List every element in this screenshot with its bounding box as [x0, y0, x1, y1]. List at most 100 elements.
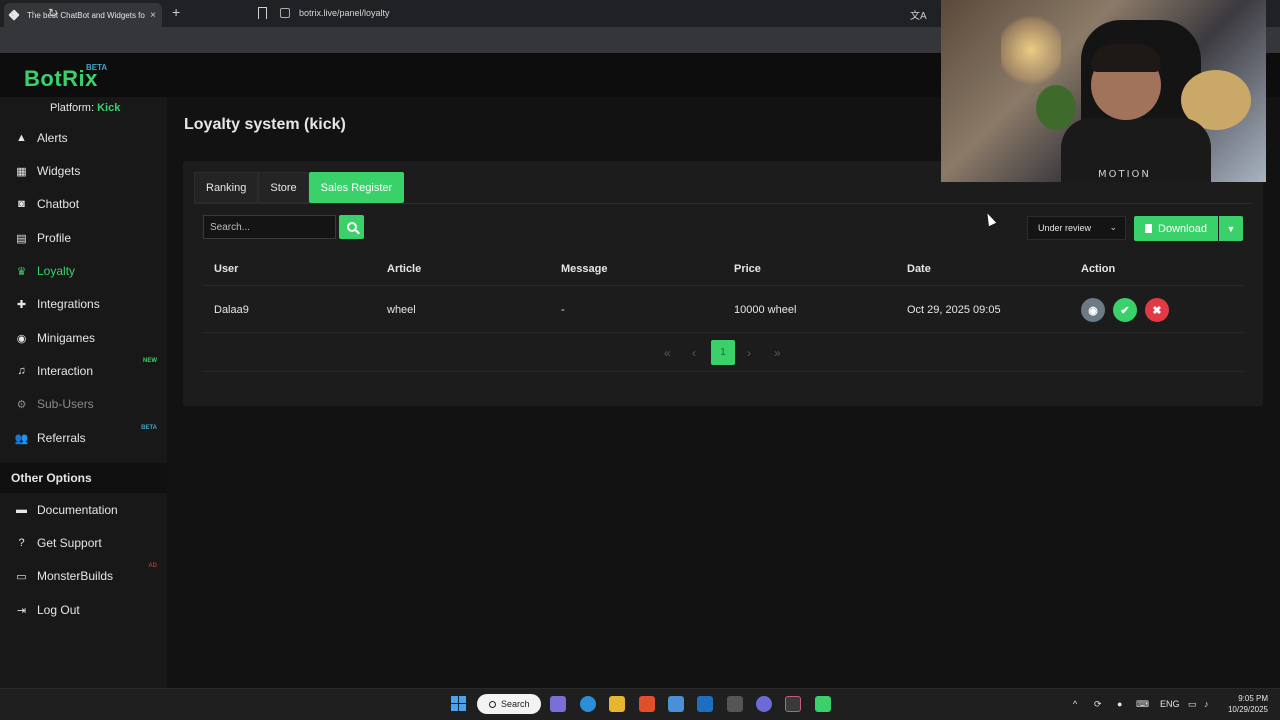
sidebar-item-log-out[interactable]: ⇥ Log Out — [0, 595, 167, 625]
prev-page-button[interactable]: ‹ — [692, 346, 696, 360]
sync-icon[interactable]: ⟳ — [1094, 699, 1102, 710]
reject-button[interactable]: ✖ — [1145, 298, 1169, 322]
edge-icon[interactable] — [580, 696, 596, 712]
taskbar-search[interactable]: Search — [477, 694, 541, 714]
id-card-icon: ▤ — [16, 232, 27, 245]
cell-price: 10000 wheel — [734, 304, 797, 316]
plush-toy — [1036, 85, 1076, 130]
new-badge: NEW — [143, 358, 157, 364]
teams-icon[interactable] — [550, 696, 566, 712]
back-icon[interactable]: ‹ — [10, 4, 15, 20]
microphone-icon[interactable]: ● — [1117, 699, 1122, 709]
sidebar-item-minigames[interactable]: ◉ Minigames — [0, 323, 167, 353]
sidebar-item-label: Referrals — [37, 431, 86, 445]
approve-button[interactable]: ✔ — [1113, 298, 1137, 322]
page-1-button[interactable]: 1 — [711, 340, 735, 365]
warning-icon: ▲ — [16, 132, 27, 144]
string-lights — [1001, 10, 1061, 90]
sidebar-item-label: Chatbot — [37, 197, 80, 211]
windows-start-icon[interactable] — [451, 696, 466, 711]
sidebar-item-integrations[interactable]: ✚ Integrations — [0, 289, 167, 319]
brave-browser-icon[interactable] — [639, 696, 655, 712]
chevron-down-icon: ⌄ — [1109, 222, 1117, 232]
site-info-icon[interactable] — [280, 8, 290, 18]
logout-icon: ⇥ — [16, 604, 27, 617]
download-options-button[interactable]: ▼ — [1219, 216, 1243, 241]
users-cog-icon: ⚙ — [16, 398, 27, 411]
sidebar-item-loyalty[interactable]: ♛ Loyalty — [0, 256, 167, 286]
language-indicator[interactable]: ENG — [1160, 699, 1180, 709]
tab-sales-register[interactable]: Sales Register — [308, 172, 405, 203]
column-header-user: User — [214, 263, 239, 275]
bookmark-icon[interactable] — [258, 7, 267, 19]
volume-icon[interactable]: ♪ — [1204, 699, 1209, 709]
file-explorer-icon[interactable] — [609, 696, 625, 712]
taskbar-search-label: Search — [501, 699, 530, 709]
browser-tab[interactable]: The best ChatBot and Widgets fo × — [4, 3, 162, 27]
forward-icon[interactable]: › — [31, 4, 36, 20]
keyboard-icon[interactable]: ⌨ — [1136, 699, 1149, 710]
page-title: Loyalty system (kick) — [184, 116, 346, 133]
sidebar-item-label: Documentation — [37, 503, 118, 517]
user-group-icon: 👥 — [14, 432, 29, 445]
sidebar-item-label: Profile — [37, 231, 72, 245]
search-button[interactable] — [339, 215, 364, 239]
sidebar-item-documentation[interactable]: ▬ Documentation — [0, 495, 167, 525]
robot-icon: ◙ — [18, 198, 25, 210]
sidebar-item-interaction[interactable]: ♫ Interaction NEW — [0, 356, 167, 386]
file-icon — [1145, 224, 1153, 233]
tray-chevron-icon[interactable]: ^ — [1073, 699, 1077, 709]
sidebar-item-referrals[interactable]: 👥 Referrals BETA — [0, 423, 167, 453]
trophy-icon: ♛ — [16, 265, 27, 278]
sidebar-item-label: Loyalty — [37, 264, 76, 278]
sidebar-item-get-support[interactable]: ? Get Support — [0, 528, 167, 558]
sidebar-item-label: Integrations — [37, 297, 100, 311]
view-button[interactable]: ◉ — [1081, 298, 1105, 322]
sidebar-item-alerts[interactable]: ▲ Alerts — [0, 123, 167, 153]
first-page-button[interactable]: « — [664, 346, 671, 360]
reload-icon[interactable]: ↻ — [48, 6, 58, 20]
column-header-date: Date — [907, 263, 931, 275]
tab-ranking[interactable]: Ranking — [194, 172, 259, 203]
app-icon[interactable] — [815, 696, 831, 712]
webcam-overlay: MOTION — [941, 0, 1266, 182]
address-bar[interactable]: botrix.live/panel/loyalty — [280, 3, 940, 23]
music-icon: ♫ — [17, 365, 26, 377]
terminal-icon[interactable] — [785, 696, 801, 712]
search-icon — [489, 700, 496, 708]
sidebar-item-widgets[interactable]: ▦ Widgets — [0, 156, 167, 186]
divider — [194, 203, 1252, 204]
sidebar-item-sub-users[interactable]: ⚙ Sub-Users — [0, 389, 167, 419]
last-page-button[interactable]: » — [774, 346, 781, 360]
sidebar-item-chatbot[interactable]: ◙ Chatbot — [0, 189, 167, 219]
download-button[interactable]: Download — [1134, 216, 1218, 241]
new-tab-icon[interactable]: + — [172, 4, 180, 20]
eye-icon: ◉ — [1088, 304, 1098, 317]
app-icon[interactable] — [727, 696, 743, 712]
sidebar-item-label: MonsterBuilds — [37, 569, 114, 583]
outlook-icon[interactable] — [697, 696, 713, 712]
sidebar-item-monsterbuilds[interactable]: ▭ MonsterBuilds AD — [0, 561, 167, 591]
translate-icon[interactable]: 文A — [910, 7, 927, 22]
sidebar-item-profile[interactable]: ▤ Profile — [0, 223, 167, 253]
search-icon — [346, 222, 357, 232]
download-label: Download — [1158, 222, 1207, 235]
logo-beta-badge: BETA — [86, 63, 108, 72]
next-page-button[interactable]: › — [747, 346, 751, 360]
book-icon: ▬ — [16, 504, 27, 516]
sidebar-item-label: Interaction — [37, 364, 94, 378]
clock-time: 9:05 PM — [1238, 694, 1268, 703]
tab-store[interactable]: Store — [258, 172, 309, 203]
tab-bar: Ranking Store Sales Register — [194, 172, 405, 203]
status-filter-select[interactable]: Under review ⌄ — [1027, 216, 1126, 240]
close-tab-icon[interactable]: × — [150, 10, 156, 21]
taskbar-clock[interactable]: 9:05 PM 10/29/2025 — [1224, 693, 1268, 715]
sidebar-item-label: Sub-Users — [37, 397, 94, 411]
beta-badge: BETA — [141, 425, 157, 431]
sidebar-item-label: Get Support — [37, 536, 102, 550]
discord-icon[interactable] — [756, 696, 772, 712]
network-icon[interactable]: ▭ — [1188, 699, 1197, 710]
divider — [203, 332, 1243, 333]
search-input[interactable] — [203, 215, 336, 239]
store-icon[interactable] — [668, 696, 684, 712]
